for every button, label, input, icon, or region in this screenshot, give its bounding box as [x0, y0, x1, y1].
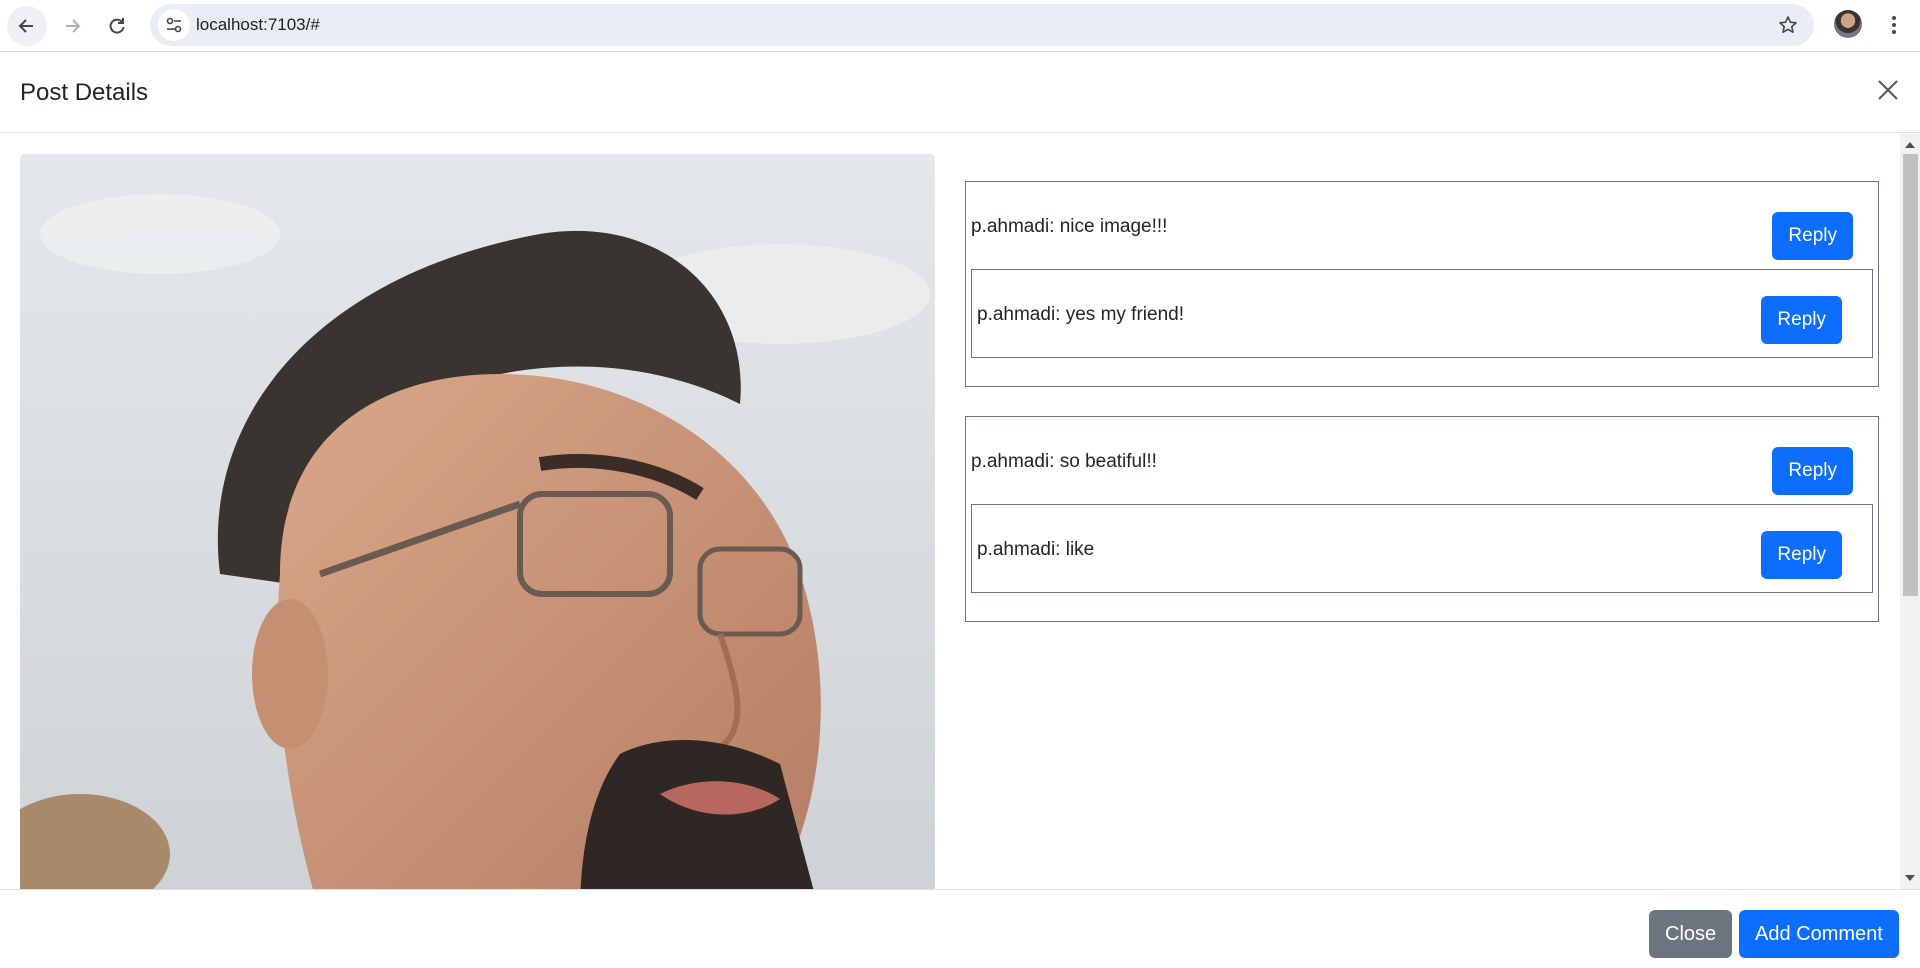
scroll-thumb[interactable]	[1903, 154, 1918, 596]
reply-card: p.ahmadi: like Reply	[971, 504, 1873, 593]
portrait-photo	[20, 154, 935, 889]
post-image	[20, 154, 935, 889]
forward-button[interactable]	[52, 6, 92, 46]
close-button[interactable]: Close	[1649, 910, 1733, 958]
comment-text: p.ahmadi: so beatiful!!	[971, 451, 1157, 472]
tune-icon	[166, 17, 182, 33]
browser-toolbar: localhost:7103/#	[0, 0, 1920, 52]
reply-text: p.ahmadi: like	[977, 539, 1095, 560]
close-icon[interactable]	[1876, 78, 1904, 106]
site-info-button[interactable]	[158, 9, 190, 41]
modal-footer: Close Add Comment	[0, 889, 1920, 968]
reply-card: p.ahmadi: yes my friend! Reply	[971, 269, 1873, 358]
comments-list: p.ahmadi: nice image!!! Reply p.ahmadi: …	[965, 181, 1879, 651]
scroll-down-arrow-icon[interactable]	[1905, 875, 1915, 881]
comment-card: p.ahmadi: so beatiful!! Reply p.ahmadi: …	[965, 416, 1879, 622]
comment-row: p.ahmadi: nice image!!! Reply	[971, 187, 1873, 269]
bookmark-star-icon[interactable]	[1776, 13, 1800, 37]
profile-avatar[interactable]	[1834, 10, 1862, 38]
reload-icon	[109, 18, 125, 34]
reply-text: p.ahmadi: yes my friend!	[977, 304, 1184, 325]
scroll-up-arrow-icon[interactable]	[1905, 142, 1915, 148]
comment-row: p.ahmadi: so beatiful!! Reply	[971, 422, 1873, 504]
comment-text: p.ahmadi: nice image!!!	[971, 216, 1168, 237]
arrow-right-icon	[66, 19, 81, 33]
comment-card: p.ahmadi: nice image!!! Reply p.ahmadi: …	[965, 181, 1879, 387]
add-comment-button[interactable]: Add Comment	[1739, 910, 1899, 958]
back-button[interactable]	[7, 6, 47, 46]
reload-button[interactable]	[97, 6, 137, 46]
modal-title: Post Details	[20, 79, 149, 106]
reply-button[interactable]: Reply	[1761, 531, 1842, 579]
url-text: localhost:7103/#	[196, 15, 320, 34]
modal-header: Post Details	[0, 53, 1920, 133]
arrow-left-icon	[18, 19, 33, 33]
reply-button[interactable]: Reply	[1772, 447, 1853, 495]
vertical-scrollbar[interactable]	[1900, 134, 1920, 889]
reply-button[interactable]: Reply	[1761, 296, 1842, 344]
modal-body: p.ahmadi: nice image!!! Reply p.ahmadi: …	[0, 134, 1920, 889]
address-bar[interactable]: localhost:7103/#	[150, 4, 1814, 46]
reply-button[interactable]: Reply	[1772, 212, 1853, 260]
browser-menu-icon[interactable]	[1880, 10, 1908, 40]
